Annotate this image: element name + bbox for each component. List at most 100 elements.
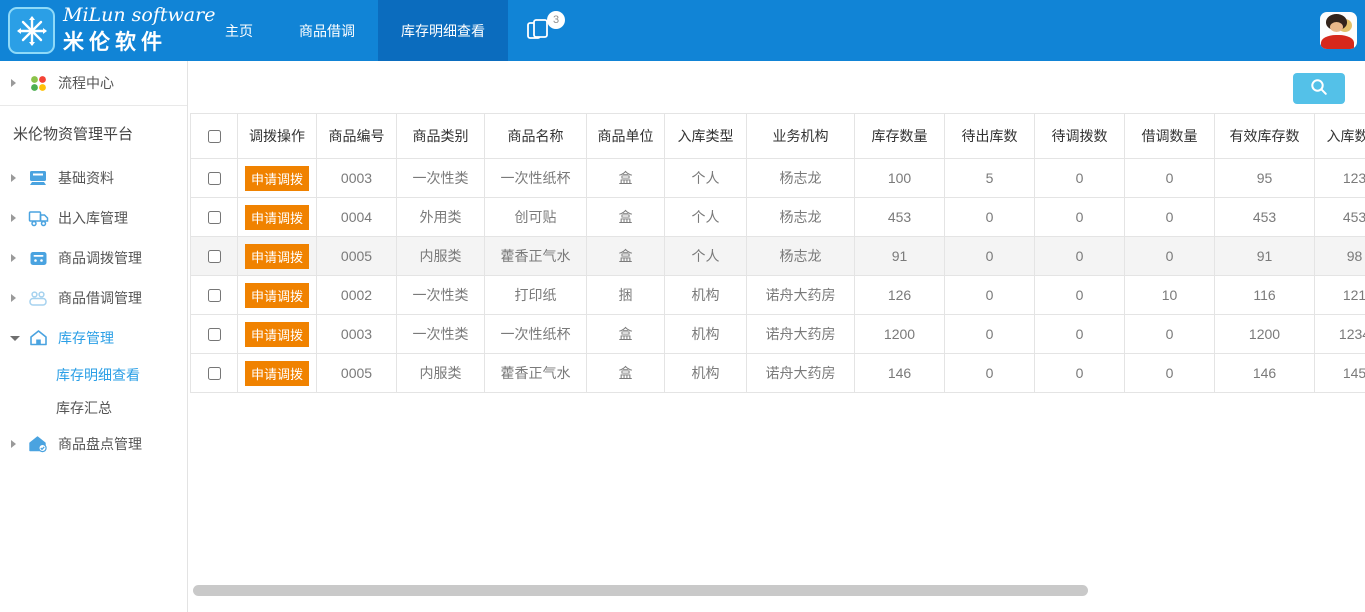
open-tabs-button[interactable]: 3	[508, 0, 568, 61]
column-header-10: 借调数量	[1125, 114, 1215, 159]
cell-effective: 95	[1215, 159, 1315, 198]
cell-unit: 捆	[587, 276, 665, 315]
top-tabs: 主页 商品借调 库存明细查看 3	[202, 0, 568, 61]
cell-org: 杨志龙	[747, 237, 855, 276]
cell-pending_out: 0	[945, 237, 1035, 276]
cell-category: 外用类	[397, 198, 485, 237]
row-checkbox[interactable]	[208, 328, 221, 341]
row-checkbox-cell	[191, 276, 238, 315]
tab-goods-borrow[interactable]: 商品借调	[276, 0, 378, 61]
sidebar-item-label: 流程中心	[58, 73, 114, 93]
sidebar-item-label: 库存管理	[58, 328, 114, 348]
apply-transfer-button[interactable]: 申请调拨	[245, 244, 309, 269]
column-header-12: 入库数量	[1315, 114, 1365, 159]
cell-category: 一次性类	[397, 159, 485, 198]
cell-in_type: 机构	[665, 354, 747, 393]
cell-org: 诺舟大药房	[747, 315, 855, 354]
column-header-4: 商品单位	[587, 114, 665, 159]
user-avatar[interactable]	[1320, 12, 1357, 49]
sidebar-item-process-center[interactable]: 流程中心	[0, 61, 187, 105]
cell-pending_transfer: 0	[1035, 354, 1125, 393]
chevron-right-icon	[11, 214, 16, 222]
cell-org: 诺舟大药房	[747, 354, 855, 393]
table-row: 申请调拨0005内服类藿香正气水盒个人杨志龙910009198	[191, 237, 1365, 276]
cell-borrowed: 0	[1125, 237, 1215, 276]
truck-icon	[27, 210, 49, 227]
select-all-header-cell	[191, 114, 238, 159]
apply-transfer-button[interactable]: 申请调拨	[245, 205, 309, 230]
table-row: 申请调拨0004外用类创可贴盒个人杨志龙453000453453	[191, 198, 1365, 237]
column-header-5: 入库类型	[665, 114, 747, 159]
sidebar-item-label: 商品盘点管理	[58, 434, 142, 454]
row-checkbox-cell	[191, 198, 238, 237]
cell-unit: 盒	[587, 159, 665, 198]
row-checkbox[interactable]	[208, 367, 221, 380]
row-checkbox[interactable]	[208, 250, 221, 263]
monitor-icon	[27, 169, 49, 187]
row-checkbox[interactable]	[208, 289, 221, 302]
search-icon	[1309, 77, 1329, 100]
cell-effective: 116	[1215, 276, 1315, 315]
cell-unit: 盒	[587, 315, 665, 354]
logo-text: MiLun software 米伦软件	[63, 5, 215, 57]
sidebar-subitem-inventory-detail[interactable]: 库存明细查看	[0, 358, 187, 391]
sidebar-item-goods-transfer[interactable]: 商品调拨管理	[0, 238, 187, 278]
cell-in_qty: 98	[1315, 237, 1365, 276]
platform-title: 米伦物资管理平台	[0, 106, 187, 158]
cell-in_qty: 145	[1315, 354, 1365, 393]
cell-name: 藿香正气水	[485, 237, 587, 276]
main-content: 调拨操作商品编号商品类别商品名称商品单位入库类型业务机构库存数量待出库数待调拨数…	[189, 61, 1365, 612]
cell-in_type: 个人	[665, 237, 747, 276]
borrow-icon	[27, 290, 49, 307]
apply-transfer-button[interactable]: 申请调拨	[245, 166, 309, 191]
row-checkbox[interactable]	[208, 172, 221, 185]
sidebar-subitem-inventory-summary[interactable]: 库存汇总	[0, 391, 187, 424]
row-checkbox-cell	[191, 159, 238, 198]
cell-effective: 1200	[1215, 315, 1315, 354]
tab-home[interactable]: 主页	[202, 0, 276, 61]
sidebar-item-basic-data[interactable]: 基础资料	[0, 158, 187, 198]
transfer-action-cell: 申请调拨	[238, 159, 317, 198]
row-checkbox-cell	[191, 354, 238, 393]
row-checkbox[interactable]	[208, 211, 221, 224]
select-all-checkbox[interactable]	[208, 130, 221, 143]
sidebar-item-goods-borrow[interactable]: 商品借调管理	[0, 278, 187, 318]
apply-transfer-button[interactable]: 申请调拨	[245, 322, 309, 347]
column-header-9: 待调拨数	[1035, 114, 1125, 159]
cell-name: 打印纸	[485, 276, 587, 315]
row-checkbox-cell	[191, 315, 238, 354]
search-button[interactable]	[1293, 73, 1345, 104]
cell-code: 0002	[317, 276, 397, 315]
transfer-action-cell: 申请调拨	[238, 276, 317, 315]
sidebar-item-label: 出入库管理	[58, 208, 128, 228]
cell-name: 一次性纸杯	[485, 315, 587, 354]
column-header-1: 商品编号	[317, 114, 397, 159]
cell-borrowed: 0	[1125, 198, 1215, 237]
transfer-action-cell: 申请调拨	[238, 315, 317, 354]
cell-code: 0004	[317, 198, 397, 237]
cell-category: 内服类	[397, 237, 485, 276]
cell-stock: 91	[855, 237, 945, 276]
cell-pending_transfer: 0	[1035, 276, 1125, 315]
row-checkbox-cell	[191, 237, 238, 276]
cell-pending_transfer: 0	[1035, 315, 1125, 354]
sidebar-item-inventory-management[interactable]: 库存管理	[0, 318, 187, 358]
logo-subtitle: 米伦软件	[63, 26, 215, 56]
horizontal-scrollbar-thumb[interactable]	[193, 585, 1088, 596]
cell-org: 诺舟大药房	[747, 276, 855, 315]
sidebar-item-label: 基础资料	[58, 168, 114, 188]
avatar-body	[1321, 35, 1354, 49]
cell-borrowed: 10	[1125, 276, 1215, 315]
column-header-6: 业务机构	[747, 114, 855, 159]
notification-badge: 3	[547, 11, 565, 29]
sidebar-item-stocktake-management[interactable]: 商品盘点管理	[0, 424, 187, 464]
cell-stock: 1200	[855, 315, 945, 354]
tab-inventory-detail[interactable]: 库存明细查看	[378, 0, 508, 61]
apply-transfer-button[interactable]: 申请调拨	[245, 283, 309, 308]
cell-pending_out: 5	[945, 159, 1035, 198]
apply-transfer-button[interactable]: 申请调拨	[245, 361, 309, 386]
cell-code: 0003	[317, 159, 397, 198]
sidebar-item-in-out-warehouse[interactable]: 出入库管理	[0, 198, 187, 238]
chevron-right-icon	[11, 440, 16, 448]
transfer-action-cell: 申请调拨	[238, 237, 317, 276]
